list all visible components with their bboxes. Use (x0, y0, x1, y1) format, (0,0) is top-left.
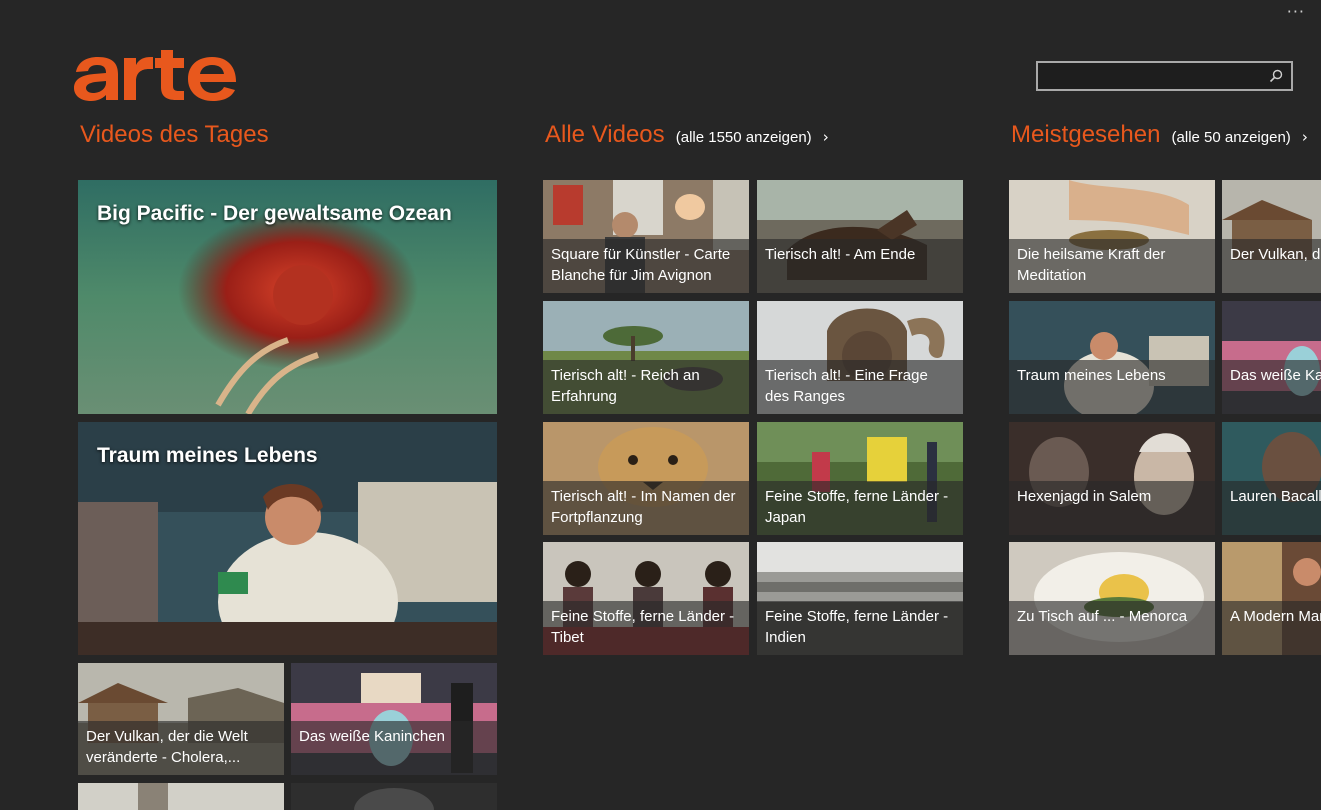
video-tile[interactable]: Feine Stoffe, ferne Länder - Indien (757, 542, 963, 655)
video-title: Hexenjagd in Salem (1009, 481, 1215, 535)
show-all-most-viewed-link[interactable]: (alle 50 anzeigen) (1172, 129, 1291, 146)
video-thumbnail (78, 783, 284, 810)
video-tile[interactable] (78, 783, 284, 810)
search-icon[interactable] (1269, 69, 1283, 83)
video-title: Traum meines Lebens (1009, 360, 1215, 414)
video-tile[interactable]: Tierisch alt! - Im Namen der Fortpflanzu… (543, 422, 749, 535)
video-tile[interactable]: Lauren Bacall - Verführerin (1222, 422, 1321, 535)
video-title: Tierisch alt! - Im Namen der Fortpflanzu… (543, 481, 749, 535)
window-menu-dots[interactable]: ··· (1287, 2, 1305, 21)
video-tile[interactable]: Feine Stoffe, ferne Länder - Tibet (543, 542, 749, 655)
video-title: Das weiße Kaninchen (291, 721, 497, 775)
video-tile[interactable]: Traum meines Lebens (1009, 301, 1215, 414)
video-title: Zu Tisch auf ... - Menorca (1009, 601, 1215, 655)
video-title: Feine Stoffe, ferne Länder - Indien (757, 601, 963, 655)
video-title: Big Pacific - Der gewaltsame Ozean (97, 202, 452, 225)
video-tile[interactable]: Square für Künstler - Carte Blanche für … (543, 180, 749, 293)
chevron-right-icon[interactable]: › (823, 128, 829, 146)
video-tile[interactable]: Tierisch alt! - Am Ende (757, 180, 963, 293)
chevron-right-icon[interactable]: › (1302, 128, 1308, 146)
featured-video-tile[interactable]: Traum meines Lebens (78, 422, 497, 655)
search-input[interactable] (1044, 66, 1268, 88)
search-box[interactable] (1036, 61, 1293, 91)
video-title: Die heilsame Kraft der Meditation (1009, 239, 1215, 293)
video-title: Das weiße Kaninchen (1222, 360, 1321, 414)
video-tile[interactable]: Das weiße Kaninchen (1222, 301, 1321, 414)
section-heading-videos-des-tages: Videos des Tages (80, 121, 269, 149)
video-tile[interactable]: Feine Stoffe, ferne Länder - Japan (757, 422, 963, 535)
video-tile[interactable]: A Modern Man (1222, 542, 1321, 655)
section-title[interactable]: Meistgesehen (1011, 121, 1160, 148)
featured-video-tile[interactable]: Big Pacific - Der gewaltsame Ozean (78, 180, 497, 414)
video-title: Lauren Bacall - Verführerin (1222, 481, 1321, 535)
show-all-videos-link[interactable]: (alle 1550 anzeigen) (676, 129, 812, 146)
video-tile[interactable]: Tierisch alt! - Reich an Erfahrung (543, 301, 749, 414)
video-title: Feine Stoffe, ferne Länder - Japan (757, 481, 963, 535)
section-title: Videos des Tages (80, 121, 269, 148)
video-tile[interactable]: Zu Tisch auf ... - Menorca (1009, 542, 1215, 655)
arte-logo-mark (74, 50, 236, 101)
video-tile[interactable]: Der Vulkan, der die Welt veränderte - Ch… (78, 663, 284, 775)
video-tile[interactable] (291, 783, 497, 810)
video-title: Tierisch alt! - Eine Frage des Ranges (757, 360, 963, 414)
video-title: Tierisch alt! - Reich an Erfahrung (543, 360, 749, 414)
video-title: Traum meines Lebens (97, 444, 318, 467)
video-tile[interactable]: Das weiße Kaninchen (291, 663, 497, 775)
video-title: Der Vulkan, der die Welt veränderte - Ch (1222, 239, 1321, 293)
video-title: Der Vulkan, der die Welt veränderte - Ch… (78, 721, 284, 775)
video-tile[interactable]: Der Vulkan, der die Welt veränderte - Ch (1222, 180, 1321, 293)
section-title[interactable]: Alle Videos (545, 121, 665, 148)
section-heading-meistgesehen[interactable]: Meistgesehen (alle 50 anzeigen) › (1011, 121, 1308, 149)
arte-logo (72, 50, 268, 106)
video-title: A Modern Man (1222, 601, 1321, 655)
video-tile[interactable]: Hexenjagd in Salem (1009, 422, 1215, 535)
video-tile[interactable]: Tierisch alt! - Eine Frage des Ranges (757, 301, 963, 414)
video-title: Tierisch alt! - Am Ende (757, 239, 963, 293)
section-heading-alle-videos[interactable]: Alle Videos (alle 1550 anzeigen) › (545, 121, 829, 149)
video-title: Square für Künstler - Carte Blanche für … (543, 239, 749, 293)
video-title: Feine Stoffe, ferne Länder - Tibet (543, 601, 749, 655)
video-thumbnail (291, 783, 497, 810)
video-tile[interactable]: Die heilsame Kraft der Meditation (1009, 180, 1215, 293)
